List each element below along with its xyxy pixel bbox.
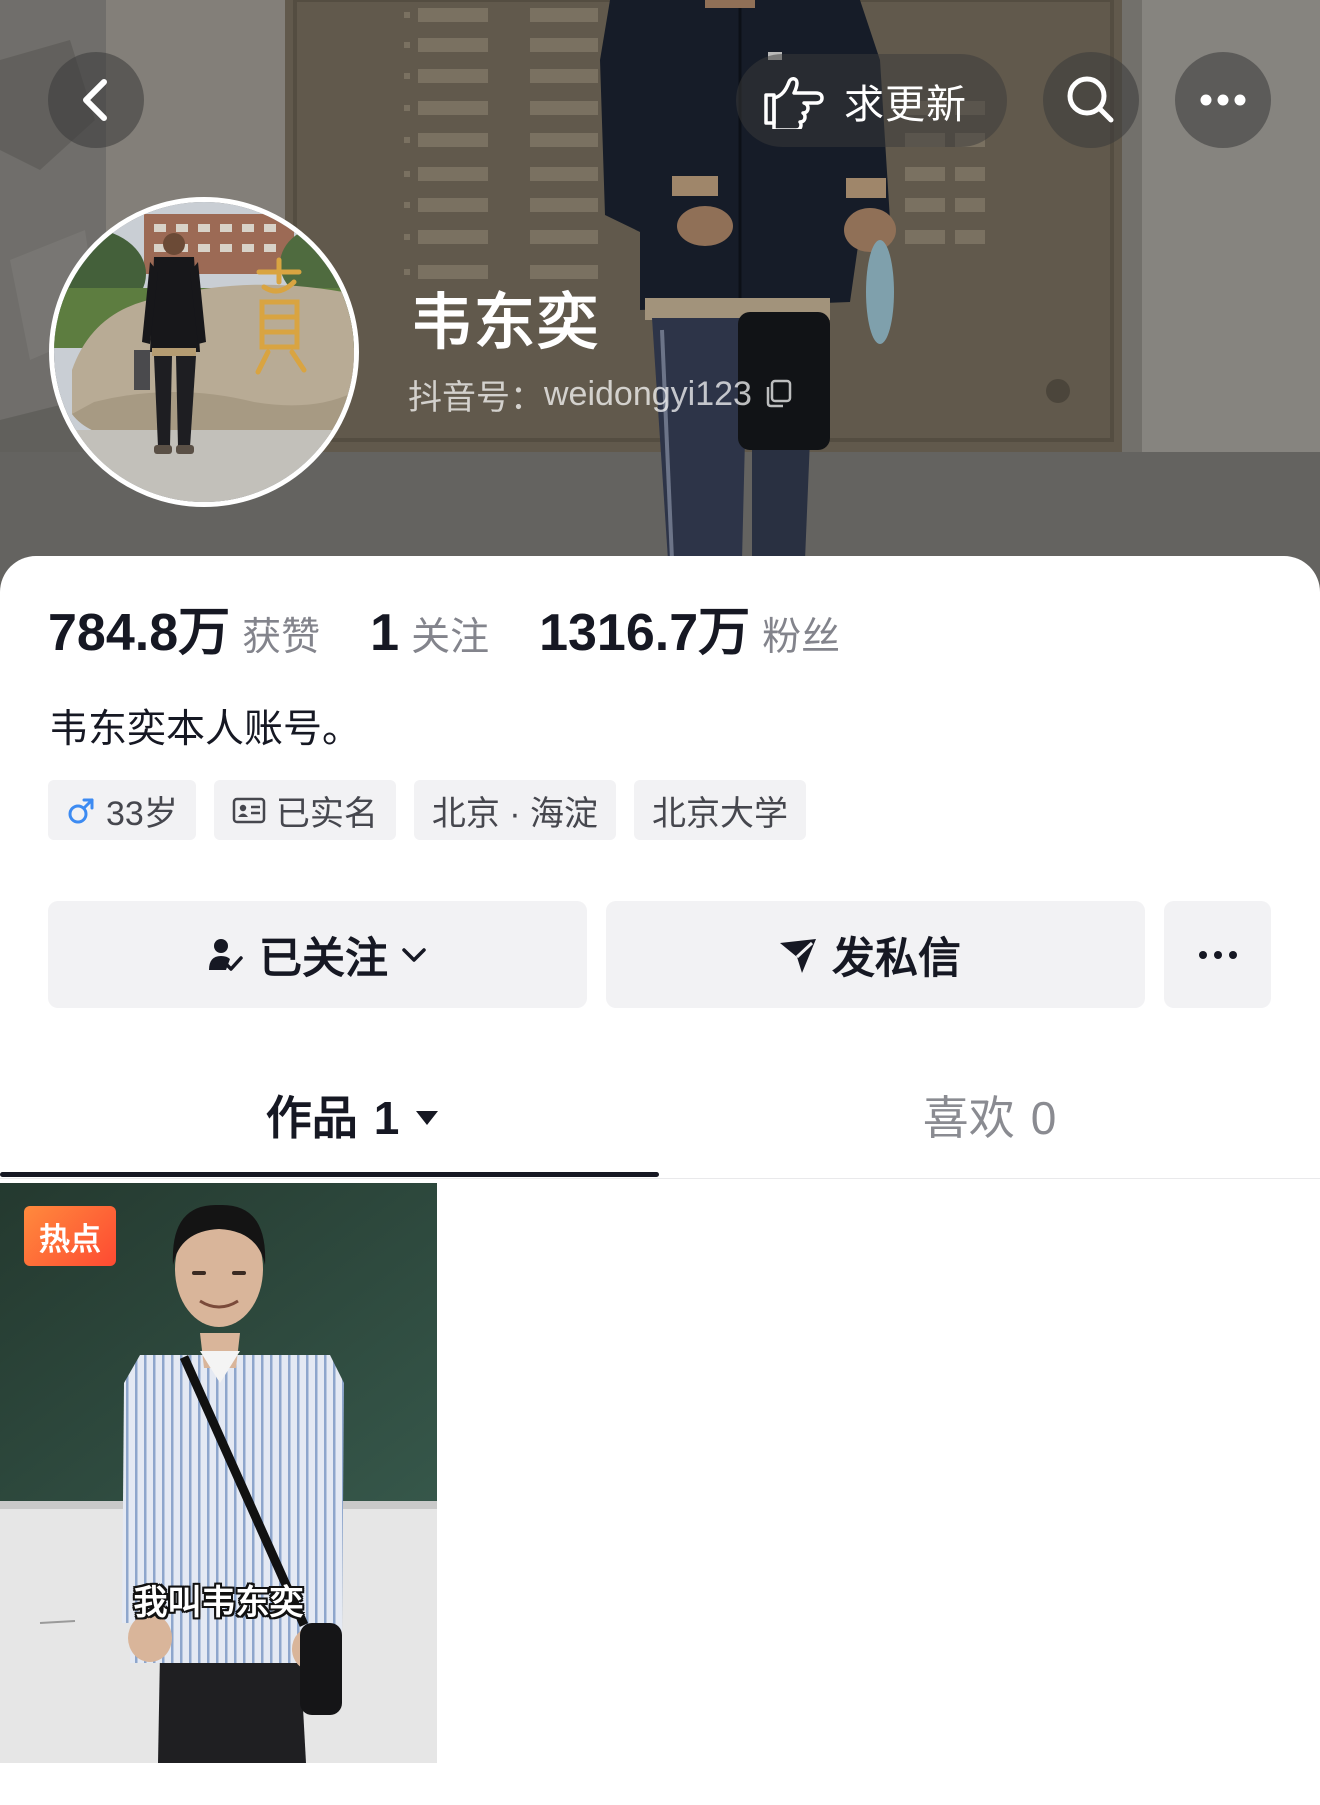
stat-value: 1316.7万 bbox=[539, 604, 751, 662]
profile-tags: 33岁 已实名 北京 · 海淀 北京大学 bbox=[48, 780, 807, 840]
following-label: 已关注 bbox=[259, 934, 388, 983]
more-horizontal-icon bbox=[1200, 94, 1246, 106]
chevron-left-icon bbox=[83, 79, 107, 121]
tag-location[interactable]: 北京 · 海淀 bbox=[413, 780, 617, 840]
avatar[interactable] bbox=[49, 197, 359, 507]
tab-likes[interactable]: 喜欢 0 bbox=[659, 1092, 1320, 1144]
more-actions-button[interactable] bbox=[1164, 901, 1271, 1008]
chevron-down-icon bbox=[400, 941, 428, 969]
profile-header: 求更新 韦东奕 抖音号： weidongyi123 bbox=[0, 0, 1320, 600]
search-icon bbox=[1067, 76, 1114, 123]
copy-icon bbox=[766, 379, 792, 408]
video-cover-image bbox=[0, 1183, 437, 1763]
tag-label: 北京 · 海淀 bbox=[431, 794, 599, 833]
tab-works[interactable]: 作品 1 bbox=[0, 1092, 659, 1144]
stat-likes[interactable]: 784.8万 获赞 bbox=[48, 598, 320, 673]
back-button[interactable] bbox=[48, 52, 144, 148]
hot-badge: 热点 bbox=[24, 1206, 116, 1266]
tag-age: 33岁 bbox=[48, 780, 196, 840]
tab-count: 1 bbox=[373, 1092, 400, 1144]
more-horizontal-icon bbox=[1198, 950, 1237, 959]
person-check-icon bbox=[207, 936, 245, 974]
profile-name: 韦东奕 bbox=[411, 288, 601, 356]
request-update-button[interactable]: 求更新 bbox=[736, 54, 1007, 147]
message-label: 发私信 bbox=[832, 934, 961, 983]
stat-label: 关注 bbox=[411, 616, 490, 659]
male-icon bbox=[66, 795, 96, 825]
tab-count: 0 bbox=[1030, 1092, 1057, 1144]
tag-verified[interactable]: 已实名 bbox=[213, 780, 396, 840]
tab-label: 喜欢 bbox=[922, 1092, 1015, 1144]
tag-label: 北京大学 bbox=[652, 794, 789, 833]
video-caption: 我叫韦东奕 bbox=[133, 1584, 304, 1622]
following-button[interactable]: 已关注 bbox=[48, 901, 587, 1008]
profile-card: 784.8万 获赞 1 关注 1316.7万 粉丝 韦东奕本人账号。 33岁 已… bbox=[0, 556, 1320, 1805]
request-update-label: 求更新 bbox=[844, 82, 967, 127]
stat-label: 粉丝 bbox=[762, 616, 841, 659]
tag-label: 33岁 bbox=[106, 794, 178, 833]
copy-id-button[interactable] bbox=[764, 379, 792, 409]
hand-pointing-icon bbox=[764, 76, 824, 129]
douyin-id: 抖音号： weidongyi123 bbox=[408, 372, 792, 417]
douyin-id-value: weidongyi123 bbox=[544, 374, 752, 413]
stat-value: 1 bbox=[370, 604, 400, 662]
stat-value: 784.8万 bbox=[48, 604, 231, 662]
bio-text: 韦东奕本人账号。 bbox=[49, 708, 362, 751]
tag-label: 已实名 bbox=[275, 794, 378, 833]
video-thumbnail[interactable]: 热点 我叫韦东奕 bbox=[0, 1183, 437, 1763]
tab-divider bbox=[0, 1178, 1320, 1179]
stat-followers[interactable]: 1316.7万 粉丝 bbox=[539, 598, 840, 673]
action-buttons: 已关注 发私信 bbox=[48, 901, 1271, 1008]
avatar-photo bbox=[54, 202, 354, 502]
douyin-id-label: 抖音号： bbox=[408, 378, 544, 417]
more-button[interactable] bbox=[1175, 52, 1271, 148]
message-button[interactable]: 发私信 bbox=[606, 901, 1145, 1008]
stat-label: 获赞 bbox=[242, 616, 321, 659]
tab-label: 作品 bbox=[265, 1092, 358, 1144]
stats-row: 784.8万 获赞 1 关注 1316.7万 粉丝 bbox=[48, 598, 890, 668]
tab-active-indicator bbox=[0, 1172, 659, 1177]
send-icon bbox=[778, 935, 818, 975]
tag-school[interactable]: 北京大学 bbox=[634, 780, 807, 840]
triangle-down-icon[interactable] bbox=[415, 1110, 439, 1126]
id-card-icon bbox=[232, 795, 266, 825]
search-button[interactable] bbox=[1043, 52, 1139, 148]
stat-following[interactable]: 1 关注 bbox=[370, 598, 489, 673]
